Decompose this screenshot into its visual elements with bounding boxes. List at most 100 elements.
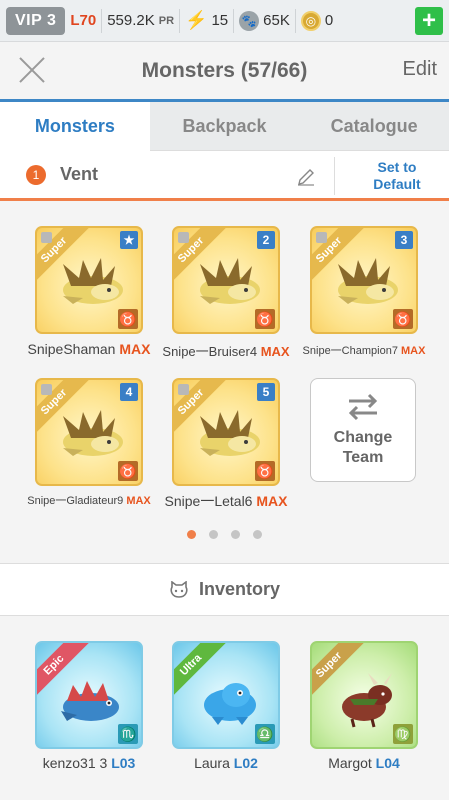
monster-card[interactable]: Super 4 ♉: [35, 378, 143, 486]
zodiac-icon: ♉: [393, 309, 413, 329]
tab-catalogue[interactable]: Catalogue: [299, 102, 449, 151]
zodiac-icon: ♉: [118, 461, 138, 481]
level-tag: L02: [233, 755, 258, 771]
monster-name: Snipe一Champion7: [302, 345, 398, 357]
monster-label: Snipe一Bruiser4 MAX: [151, 341, 301, 360]
monster-name: Snipe一Letal6: [164, 493, 253, 509]
power-value: 559.2K: [107, 12, 155, 29]
divider: [101, 8, 103, 33]
monster-sprite: [338, 258, 398, 304]
top-status-bar: VIP 3 L70 559.2K PR ⚡ 15 🐾 65K ◎ 0 +: [0, 0, 449, 42]
monster-label: Snipe一Champion7 MAX: [289, 342, 439, 358]
inventory-header: Inventory: [0, 563, 449, 616]
edit-button[interactable]: Edit: [403, 58, 437, 81]
player-level: L70: [70, 12, 97, 29]
inventory-monster-card[interactable]: Super ♍: [310, 641, 418, 749]
monster-label: Snipe一Gladiateur9 MAX: [14, 492, 164, 508]
max-tag: MAX: [401, 345, 426, 357]
swap-icon: [348, 393, 378, 421]
coin-stat[interactable]: ◎ 0: [300, 10, 333, 31]
divider: [179, 8, 181, 33]
monster-label: SnipeShaman MAX: [14, 341, 164, 357]
power-unit: PR: [158, 14, 175, 27]
zodiac-icon: ♉: [255, 309, 275, 329]
set-default-button[interactable]: Set to Default: [352, 159, 442, 193]
pencil-icon[interactable]: [296, 167, 316, 187]
food-value: 65K: [263, 12, 290, 29]
monster-card[interactable]: Super 2 ♉: [172, 226, 280, 334]
monster-card[interactable]: Super 5 ♉: [172, 378, 280, 486]
coin-icon: ◎: [300, 10, 321, 31]
page-title: Monsters (57/66): [141, 59, 308, 82]
monster-sprite: [63, 410, 123, 456]
team-bar: 1 Vent Set to Default: [0, 151, 449, 201]
max-tag: MAX: [119, 341, 151, 357]
monster-name: kenzo31 3: [42, 755, 108, 771]
divider: [334, 157, 335, 195]
energy-value: 15: [211, 12, 229, 29]
zodiac-icon: ♉: [118, 309, 138, 329]
divider: [233, 8, 235, 33]
monster-name: SnipeShaman: [27, 341, 116, 357]
info-icon[interactable]: [178, 232, 189, 243]
zodiac-icon: ♉: [255, 461, 275, 481]
monster-sprite: [200, 410, 260, 456]
slot-number: 4: [120, 383, 138, 401]
slot-number: 3: [395, 231, 413, 249]
power-stat: 559.2K PR: [107, 12, 174, 29]
vip-badge[interactable]: VIP 3: [6, 6, 66, 35]
max-tag: MAX: [126, 495, 151, 507]
monster-sprite: [63, 258, 123, 304]
page-dot[interactable]: [253, 530, 262, 539]
page-dot-active[interactable]: [187, 530, 196, 539]
monster-label: Snipe一Letal6 MAX: [151, 491, 301, 511]
monster-name: Snipe一Gladiateur9: [27, 495, 124, 507]
monster-sprite: [342, 673, 392, 728]
inventory-label: Margot L04: [289, 755, 439, 771]
tab-bar: Monsters Backpack Catalogue: [0, 99, 449, 151]
monster-card[interactable]: Super 3 ♉: [310, 226, 418, 334]
add-currency-button[interactable]: +: [415, 6, 443, 35]
zodiac-icon: ♏: [118, 724, 138, 744]
max-tag: MAX: [256, 493, 288, 509]
inventory-label: Laura L02: [151, 755, 301, 771]
info-icon[interactable]: [41, 384, 52, 395]
food-stat[interactable]: 🐾 65K: [239, 10, 290, 31]
team-name: Vent: [60, 164, 99, 184]
change-team-label: Change Team: [333, 429, 393, 466]
zodiac-icon: ♎: [255, 724, 275, 744]
page-dot[interactable]: [209, 530, 218, 539]
page-dot[interactable]: [231, 530, 240, 539]
zodiac-icon: ♍: [393, 724, 413, 744]
monster-sprite: [200, 258, 260, 304]
energy-stat[interactable]: ⚡ 15: [185, 10, 228, 31]
page-indicator[interactable]: [0, 530, 449, 539]
info-icon[interactable]: [41, 232, 52, 243]
paw-icon: 🐾: [239, 10, 260, 31]
change-team-button[interactable]: Change Team: [310, 378, 416, 482]
monster-sprite: [204, 683, 256, 725]
close-icon[interactable]: [18, 56, 46, 84]
inventory-list: Epic ♏ Ultra ♎ Super ♍ kenzo31 3 L03 Lau…: [0, 617, 449, 800]
monster-sprite: [61, 681, 119, 721]
max-tag: MAX: [260, 344, 290, 359]
team-number-badge: 1: [26, 164, 46, 185]
tab-monsters[interactable]: Monsters: [0, 102, 150, 151]
inventory-monster-card[interactable]: Epic ♏: [35, 641, 143, 749]
leader-star-icon: ★: [120, 231, 138, 249]
monster-name: Laura: [194, 755, 230, 771]
monster-face-icon: [170, 580, 188, 598]
page-header: Monsters (57/66) Edit: [0, 43, 449, 99]
monster-card[interactable]: Super ★ ♉: [35, 226, 143, 334]
slot-number: 5: [257, 383, 275, 401]
slot-number: 2: [257, 231, 275, 249]
tab-backpack[interactable]: Backpack: [149, 102, 300, 151]
inventory-monster-card[interactable]: Ultra ♎: [172, 641, 280, 749]
info-icon[interactable]: [178, 384, 189, 395]
info-icon[interactable]: [316, 232, 327, 243]
level-tag: L04: [375, 755, 400, 771]
monster-name: Snipe一Bruiser4: [162, 344, 258, 359]
monster-name: Margot: [328, 755, 372, 771]
level-tag: L03: [111, 755, 136, 771]
inventory-title: Inventory: [198, 579, 281, 599]
